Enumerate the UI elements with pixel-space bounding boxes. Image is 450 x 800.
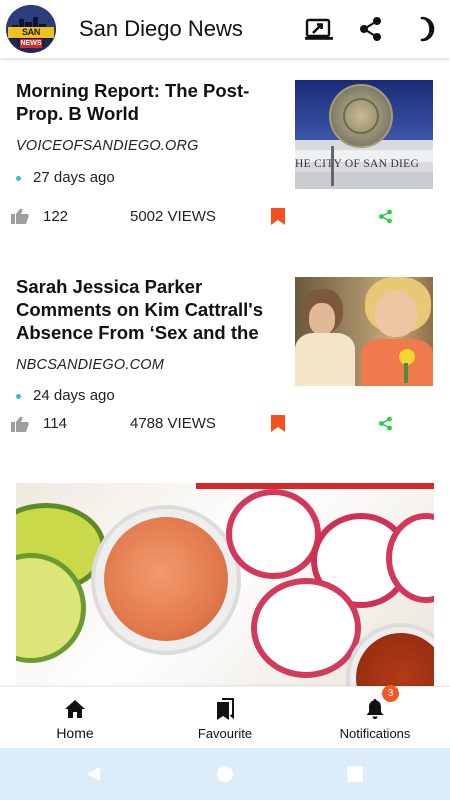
bookmark-icon[interactable]: [271, 415, 285, 432]
nav-favourite[interactable]: Favourite: [175, 687, 275, 749]
cast-icon[interactable]: [304, 14, 334, 44]
news-feed[interactable]: Morning Report: The Post-Prop. B World V…: [0, 58, 450, 686]
article-source: VOICEOFSANDIEGO.ORG: [16, 138, 199, 154]
like-count: 114: [43, 415, 67, 432]
time-dot: [16, 176, 21, 181]
time-dot: [16, 394, 21, 399]
share-icon[interactable]: [356, 14, 386, 44]
notification-badge: 3: [382, 685, 399, 702]
article-image-large[interactable]: [16, 483, 434, 686]
bottom-navigation: Home Favourite Notifications 3: [0, 685, 450, 749]
like-count: 122: [43, 208, 69, 225]
nav-notifications-label: Notifications: [339, 726, 411, 741]
article-thumbnail[interactable]: [295, 277, 433, 386]
nav-notifications[interactable]: Notifications: [320, 687, 430, 749]
nav-home[interactable]: Home: [25, 687, 125, 749]
bell-icon: [366, 699, 384, 719]
article-headline[interactable]: Sarah Jessica Parker Comments on Kim Cat…: [16, 275, 278, 344]
article-time: 24 days ago: [33, 387, 115, 404]
article-headline[interactable]: Morning Report: The Post-Prop. B World: [16, 79, 278, 125]
app-logo: SAN DIEGO NEWS: [6, 5, 56, 53]
home-system-icon[interactable]: [215, 764, 235, 784]
article-source: NBCSANDIEGO.COM: [16, 357, 165, 373]
dark-mode-icon[interactable]: [410, 14, 440, 44]
article-card-1[interactable]: Morning Report: The Post-Prop. B World V…: [0, 58, 450, 248]
article-time: 27 days ago: [33, 169, 115, 186]
like-icon[interactable]: [11, 208, 29, 224]
app-bar: SAN DIEGO NEWS San Diego News: [0, 0, 450, 58]
share-icon[interactable]: [378, 209, 393, 224]
home-icon: [65, 700, 85, 718]
view-count: 5002 VIEWS: [130, 208, 216, 225]
recents-icon[interactable]: [345, 764, 365, 784]
nav-home-label: Home: [56, 725, 94, 741]
nav-favourite-label: Favourite: [197, 726, 253, 741]
share-icon[interactable]: [378, 416, 393, 431]
bookmark-icon[interactable]: [271, 208, 285, 225]
view-count: 4788 VIEWS: [130, 415, 216, 432]
system-navigation-bar: [0, 748, 450, 800]
like-icon[interactable]: [11, 416, 29, 432]
back-icon[interactable]: [84, 764, 104, 784]
article-card-2[interactable]: Sarah Jessica Parker Comments on Kim Cat…: [0, 254, 450, 454]
bookmarks-icon: [217, 698, 234, 720]
article-thumbnail[interactable]: HE CITY OF SAN DIEG: [295, 80, 433, 189]
app-title: San Diego News: [79, 16, 243, 41]
